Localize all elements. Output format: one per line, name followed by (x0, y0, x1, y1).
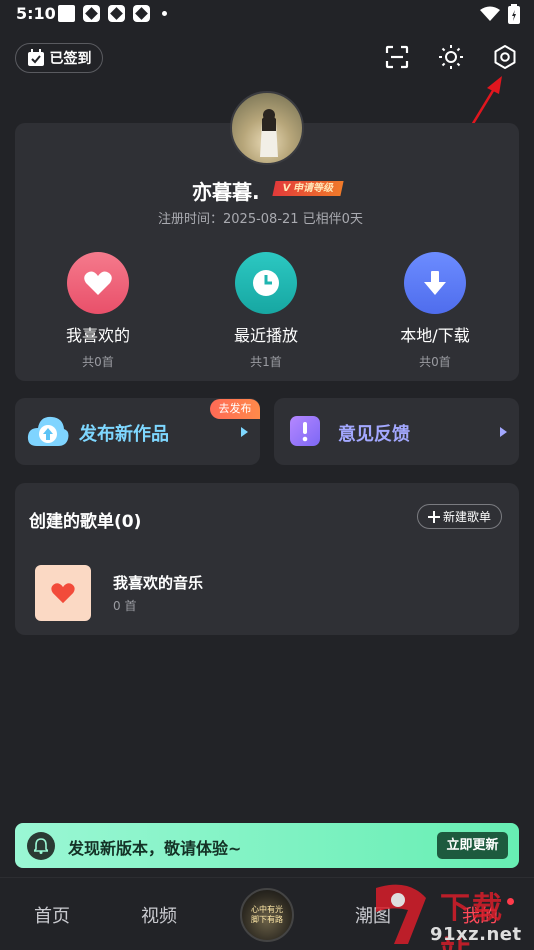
quick-action-downloads[interactable]: 本地/下载 共0首 (375, 252, 495, 370)
wifi-icon (480, 6, 500, 21)
playlist-thumb[interactable] (35, 565, 91, 621)
avatar-figure-icon (260, 109, 278, 157)
now-playing-disc[interactable]: 心中有光 脚下有路 (240, 888, 294, 942)
recent-icon-circle (235, 252, 297, 314)
playlist-count: 0 首 (113, 599, 137, 613)
quick-action-favorites[interactable]: 我喜欢的 共0首 (38, 252, 158, 370)
bell-icon (34, 838, 48, 854)
publish-title: 发布新作品 (79, 424, 169, 445)
avatar[interactable] (230, 91, 304, 165)
status-bar: 5:10 (0, 0, 534, 28)
watermark-domain: 91xz.net (430, 924, 522, 945)
status-time: 5:10 (16, 4, 56, 23)
update-text: 发现新版本，敬请体验~ (68, 839, 242, 858)
quick-action-label: 我喜欢的 (65, 326, 130, 345)
download-icon (424, 271, 446, 295)
watermark: 下载站 91xz.net (368, 880, 534, 950)
scan-icon[interactable] (384, 44, 410, 70)
quick-action-count: 共1首 (250, 355, 282, 369)
publish-arrow-icon (241, 427, 248, 437)
new-playlist-button[interactable]: 新建歌单 (417, 504, 502, 529)
level-badge[interactable]: V 申请等级 (272, 181, 344, 196)
downloads-icon-circle (404, 252, 466, 314)
cloud-upload-icon (27, 416, 69, 446)
feedback-card[interactable]: 意见反馈 (274, 398, 519, 465)
disc-text: 心中有光 脚下有路 (251, 905, 283, 924)
system-icons (480, 4, 520, 24)
heart-icon (84, 271, 112, 295)
signin-label: 已签到 (49, 51, 92, 67)
feedback-title: 意见反馈 (338, 424, 410, 445)
favorites-icon-circle (67, 252, 129, 314)
more-notifications-dot-icon (162, 11, 167, 16)
notification-app-icon (108, 5, 125, 22)
quick-action-recent[interactable]: 最近播放 共1首 (206, 252, 326, 370)
plus-icon (427, 510, 440, 523)
quick-action-count: 共0首 (82, 355, 114, 369)
clock-icon (253, 270, 279, 296)
signin-button[interactable]: 已签到 (15, 43, 103, 73)
nav-home[interactable]: 首页 (34, 902, 70, 928)
settings-icon[interactable] (492, 44, 518, 70)
feedback-arrow-icon (500, 427, 507, 437)
calendar-check-icon (27, 49, 44, 66)
new-playlist-label: 新建歌单 (442, 510, 491, 524)
bell-icon-circle (27, 832, 55, 860)
feedback-exclamation-icon (290, 416, 320, 446)
nav-video[interactable]: 视频 (141, 902, 177, 928)
quick-action-label: 本地/下载 (400, 326, 470, 345)
playlists-card: 创建的歌单(0) 新建歌单 我喜欢的音乐 0 首 (15, 483, 519, 635)
notification-app-icon (83, 5, 100, 22)
notification-square-icon (58, 5, 75, 22)
quick-action-count: 共0首 (419, 355, 451, 369)
playlist-name[interactable]: 我喜欢的音乐 (113, 572, 203, 593)
registration-time: 注册时间：2025-08-21 已相伴0天 (158, 212, 363, 227)
playlists-title: 创建的歌单(0) (29, 512, 142, 532)
notification-app-icon (133, 5, 150, 22)
watermark-logo-icon (376, 884, 426, 944)
update-banner: 发现新版本，敬请体验~ 立即更新 (15, 823, 519, 868)
username: 亦暮暮. (192, 180, 260, 204)
quick-action-label: 最近播放 (233, 326, 298, 345)
notification-icons (58, 5, 167, 22)
heart-icon (51, 583, 75, 604)
go-publish-badge[interactable]: 去发布 (210, 399, 260, 419)
battery-icon (508, 4, 520, 24)
brightness-icon[interactable] (438, 44, 464, 70)
update-now-button[interactable]: 立即更新 (437, 832, 508, 859)
